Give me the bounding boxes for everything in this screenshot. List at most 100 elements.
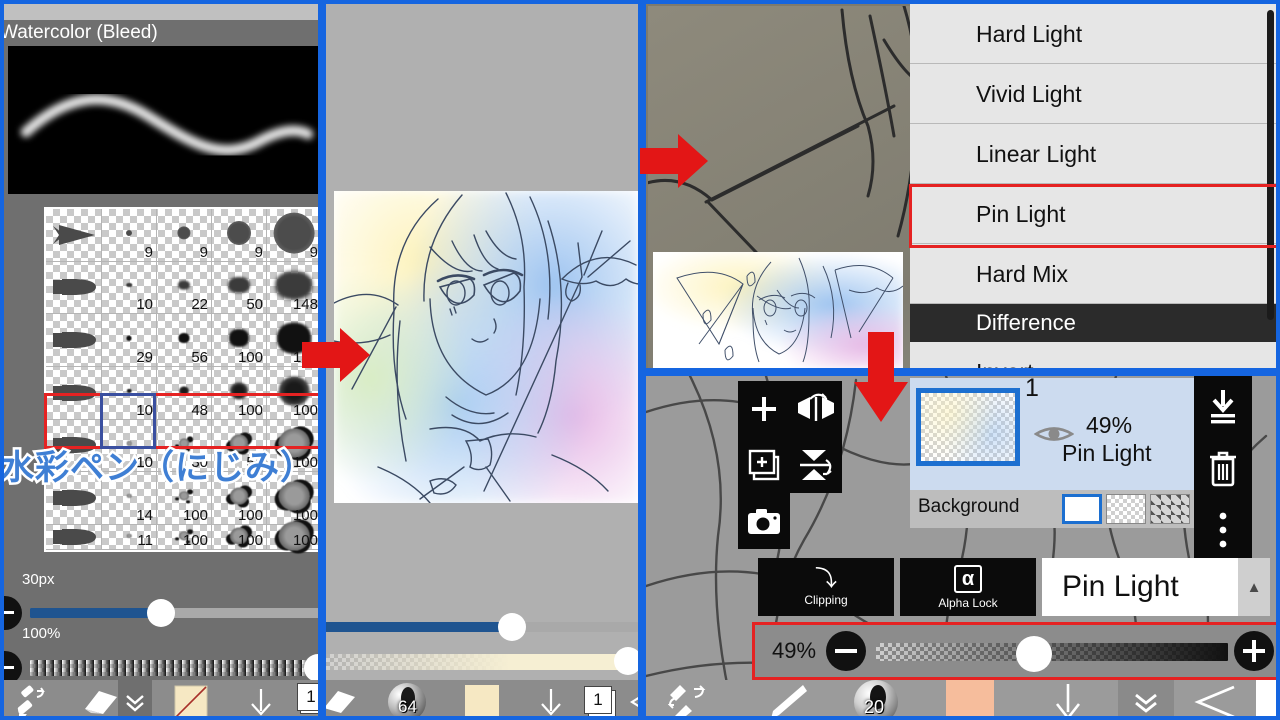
layers-icon[interactable]: 1 <box>296 680 318 716</box>
add-layer-icon[interactable] <box>738 381 790 437</box>
brush-cell[interactable]: 100 <box>157 525 212 550</box>
opacity-slider-track[interactable] <box>876 643 1228 661</box>
merge-down-icon[interactable] <box>1194 376 1252 436</box>
flip-vertical-icon[interactable] <box>790 437 842 493</box>
layers-icon[interactable]: 1 <box>576 680 628 716</box>
brush-opacity-slider-knob[interactable] <box>304 654 318 682</box>
down-arrow-icon[interactable] <box>1018 680 1118 716</box>
duplicate-layer-icon[interactable] <box>738 437 790 493</box>
alpha-lock-button[interactable]: α Alpha Lock <box>900 558 1036 616</box>
blend-mode-item[interactable]: Vivid Light <box>910 64 1276 124</box>
brush-cell[interactable]: 48 <box>157 367 212 420</box>
blend-mode-panel: Hard Light Vivid Light Linear Light Pin Lig… <box>642 0 1280 372</box>
brush-picker-panel: Watercolor (Bleed) 9 9 9 9 10 22 50 148 29 56 100 1… <box>0 0 322 720</box>
size-minus-button[interactable] <box>4 596 22 630</box>
clipping-button[interactable]: ⤵ Clipping <box>758 558 894 616</box>
clipping-label: Clipping <box>804 592 848 607</box>
flow-arrow-down-1 <box>854 332 908 422</box>
layer-settings-panel: 1 49% Pin Light Background ⤵ Clipping α … <box>642 372 1280 720</box>
canvas-size-slider-fill <box>326 622 504 632</box>
blend-list-scrollbar[interactable] <box>1267 10 1274 320</box>
opacity-minus-button[interactable] <box>826 631 866 671</box>
brush-opacity-slider[interactable] <box>30 660 318 676</box>
brush-cell[interactable]: 29 <box>102 314 157 367</box>
blend-mode-list[interactable]: Hard Light Vivid Light Linear Light Pin Lig… <box>910 4 1276 368</box>
chevron-double-down-icon[interactable] <box>1118 680 1174 716</box>
layer-transform-column <box>790 381 842 493</box>
brush-cell[interactable]: 50 <box>212 261 267 315</box>
canvas-opacity-slider-knob[interactable] <box>614 647 638 675</box>
down-arrow-icon[interactable] <box>230 680 292 716</box>
chevron-down-icon[interactable] <box>118 680 152 716</box>
back-arrow-icon[interactable] <box>1174 680 1256 716</box>
background-swatch-checkered[interactable] <box>1150 494 1190 524</box>
layer-row-1[interactable]: 1 49% Pin Light <box>910 376 1194 490</box>
brush-size-slider-fill <box>30 608 160 618</box>
down-arrow-icon[interactable] <box>518 680 584 716</box>
color-swatch[interactable] <box>152 680 230 716</box>
brush-cell[interactable]: 22 <box>157 261 212 315</box>
screenshot-root: Watercolor (Bleed) 9 9 9 9 10 22 50 148 29 56 100 1… <box>0 0 1280 720</box>
layer-blend-mode-value: Pin Light <box>1062 440 1152 466</box>
brush-cell[interactable]: 148 <box>267 262 318 315</box>
blend-mode-item[interactable]: Hard Light <box>910 4 1276 64</box>
brush-cell[interactable]: 9 <box>212 209 267 262</box>
brush-size-slider-knob[interactable] <box>147 599 175 627</box>
opacity-slider-knob[interactable] <box>1016 636 1052 672</box>
brush-grid[interactable]: 9999102250148295610013810481001001030531… <box>44 207 318 552</box>
artwork-canvas[interactable] <box>334 191 638 503</box>
undo-redo-eraser-icon[interactable] <box>4 680 60 716</box>
clipping-icon: ⤵ <box>814 565 837 591</box>
background-swatch-white[interactable] <box>1062 494 1102 524</box>
blend-mode-item[interactable]: Hard Mix <box>910 244 1276 304</box>
brush-cell[interactable]: 100 <box>212 525 267 550</box>
brush-nib-cell <box>46 209 102 262</box>
camera-import-icon[interactable] <box>738 493 790 549</box>
layer-opacity-percent: 49% <box>772 638 817 663</box>
back-arrow-icon[interactable] <box>626 680 638 716</box>
opacity-plus-button[interactable] <box>1234 631 1274 671</box>
brush-icon[interactable] <box>742 680 830 716</box>
brush-cell[interactable]: 9 <box>157 209 212 262</box>
background-row[interactable]: Background <box>910 490 1194 528</box>
more-options-icon[interactable] <box>1194 500 1252 560</box>
brush-cell[interactable]: 11 <box>102 525 157 550</box>
brush-cell[interactable]: 100 <box>267 521 318 551</box>
blend-mode-item[interactable]: Invert <box>910 342 1276 368</box>
layer-opacity-value: 49% <box>1086 412 1133 438</box>
canvas-sliders <box>326 604 638 680</box>
canvas-opacity-slider[interactable] <box>326 654 638 670</box>
canvas-size-slider-knob[interactable] <box>498 613 526 641</box>
flow-arrow-right-2 <box>640 134 708 188</box>
blend-mode-item[interactable]: Pin Light <box>910 184 1276 244</box>
alpha-lock-icon: α <box>953 564 983 593</box>
brush-stroke-preview <box>8 46 318 194</box>
brush-cell[interactable]: 10 <box>102 367 157 420</box>
layer-mode-bar: ⤵ Clipping α Alpha Lock Pin Light ▲ <box>758 558 1276 618</box>
brush-cell[interactable]: 100 <box>212 367 267 420</box>
brush-size-indicator[interactable]: 20 <box>830 680 922 716</box>
blend-mode-select[interactable]: Pin Light <box>1042 558 1238 616</box>
brush-cell[interactable]: 9 <box>267 209 318 262</box>
flip-horizontal-icon[interactable] <box>790 381 842 437</box>
eraser-icon[interactable] <box>326 680 368 716</box>
color-swatch[interactable] <box>446 680 518 716</box>
annotation-watercolor-pen: 水彩ペン（にじみ） <box>0 446 317 491</box>
blend-mode-item[interactable]: Difference <box>910 304 1276 342</box>
brush-cell[interactable]: 56 <box>157 314 212 367</box>
brush-cell[interactable]: 9 <box>102 209 157 262</box>
brush-panel-toolbar: 1 <box>4 680 318 716</box>
blend-mode-item[interactable]: Linear Light <box>910 124 1276 184</box>
brush-size-indicator[interactable]: 64 <box>368 680 446 716</box>
delete-layer-icon[interactable] <box>1194 438 1252 498</box>
layer-1-thumbnail[interactable] <box>916 388 1020 466</box>
blend-mode-expand-button[interactable]: ▲ <box>1238 558 1270 616</box>
background-swatch-transparent[interactable] <box>1106 494 1146 524</box>
chevron-up-icon: ▲ <box>1246 578 1262 596</box>
brush-eraser-swap-icon[interactable] <box>646 680 742 716</box>
flow-arrow-right-1 <box>302 328 370 382</box>
color-swatch[interactable] <box>922 680 1018 716</box>
brush-size-label: 64 <box>398 697 417 716</box>
brush-cell[interactable]: 100 <box>212 314 267 367</box>
brush-cell[interactable]: 10 <box>102 261 157 315</box>
